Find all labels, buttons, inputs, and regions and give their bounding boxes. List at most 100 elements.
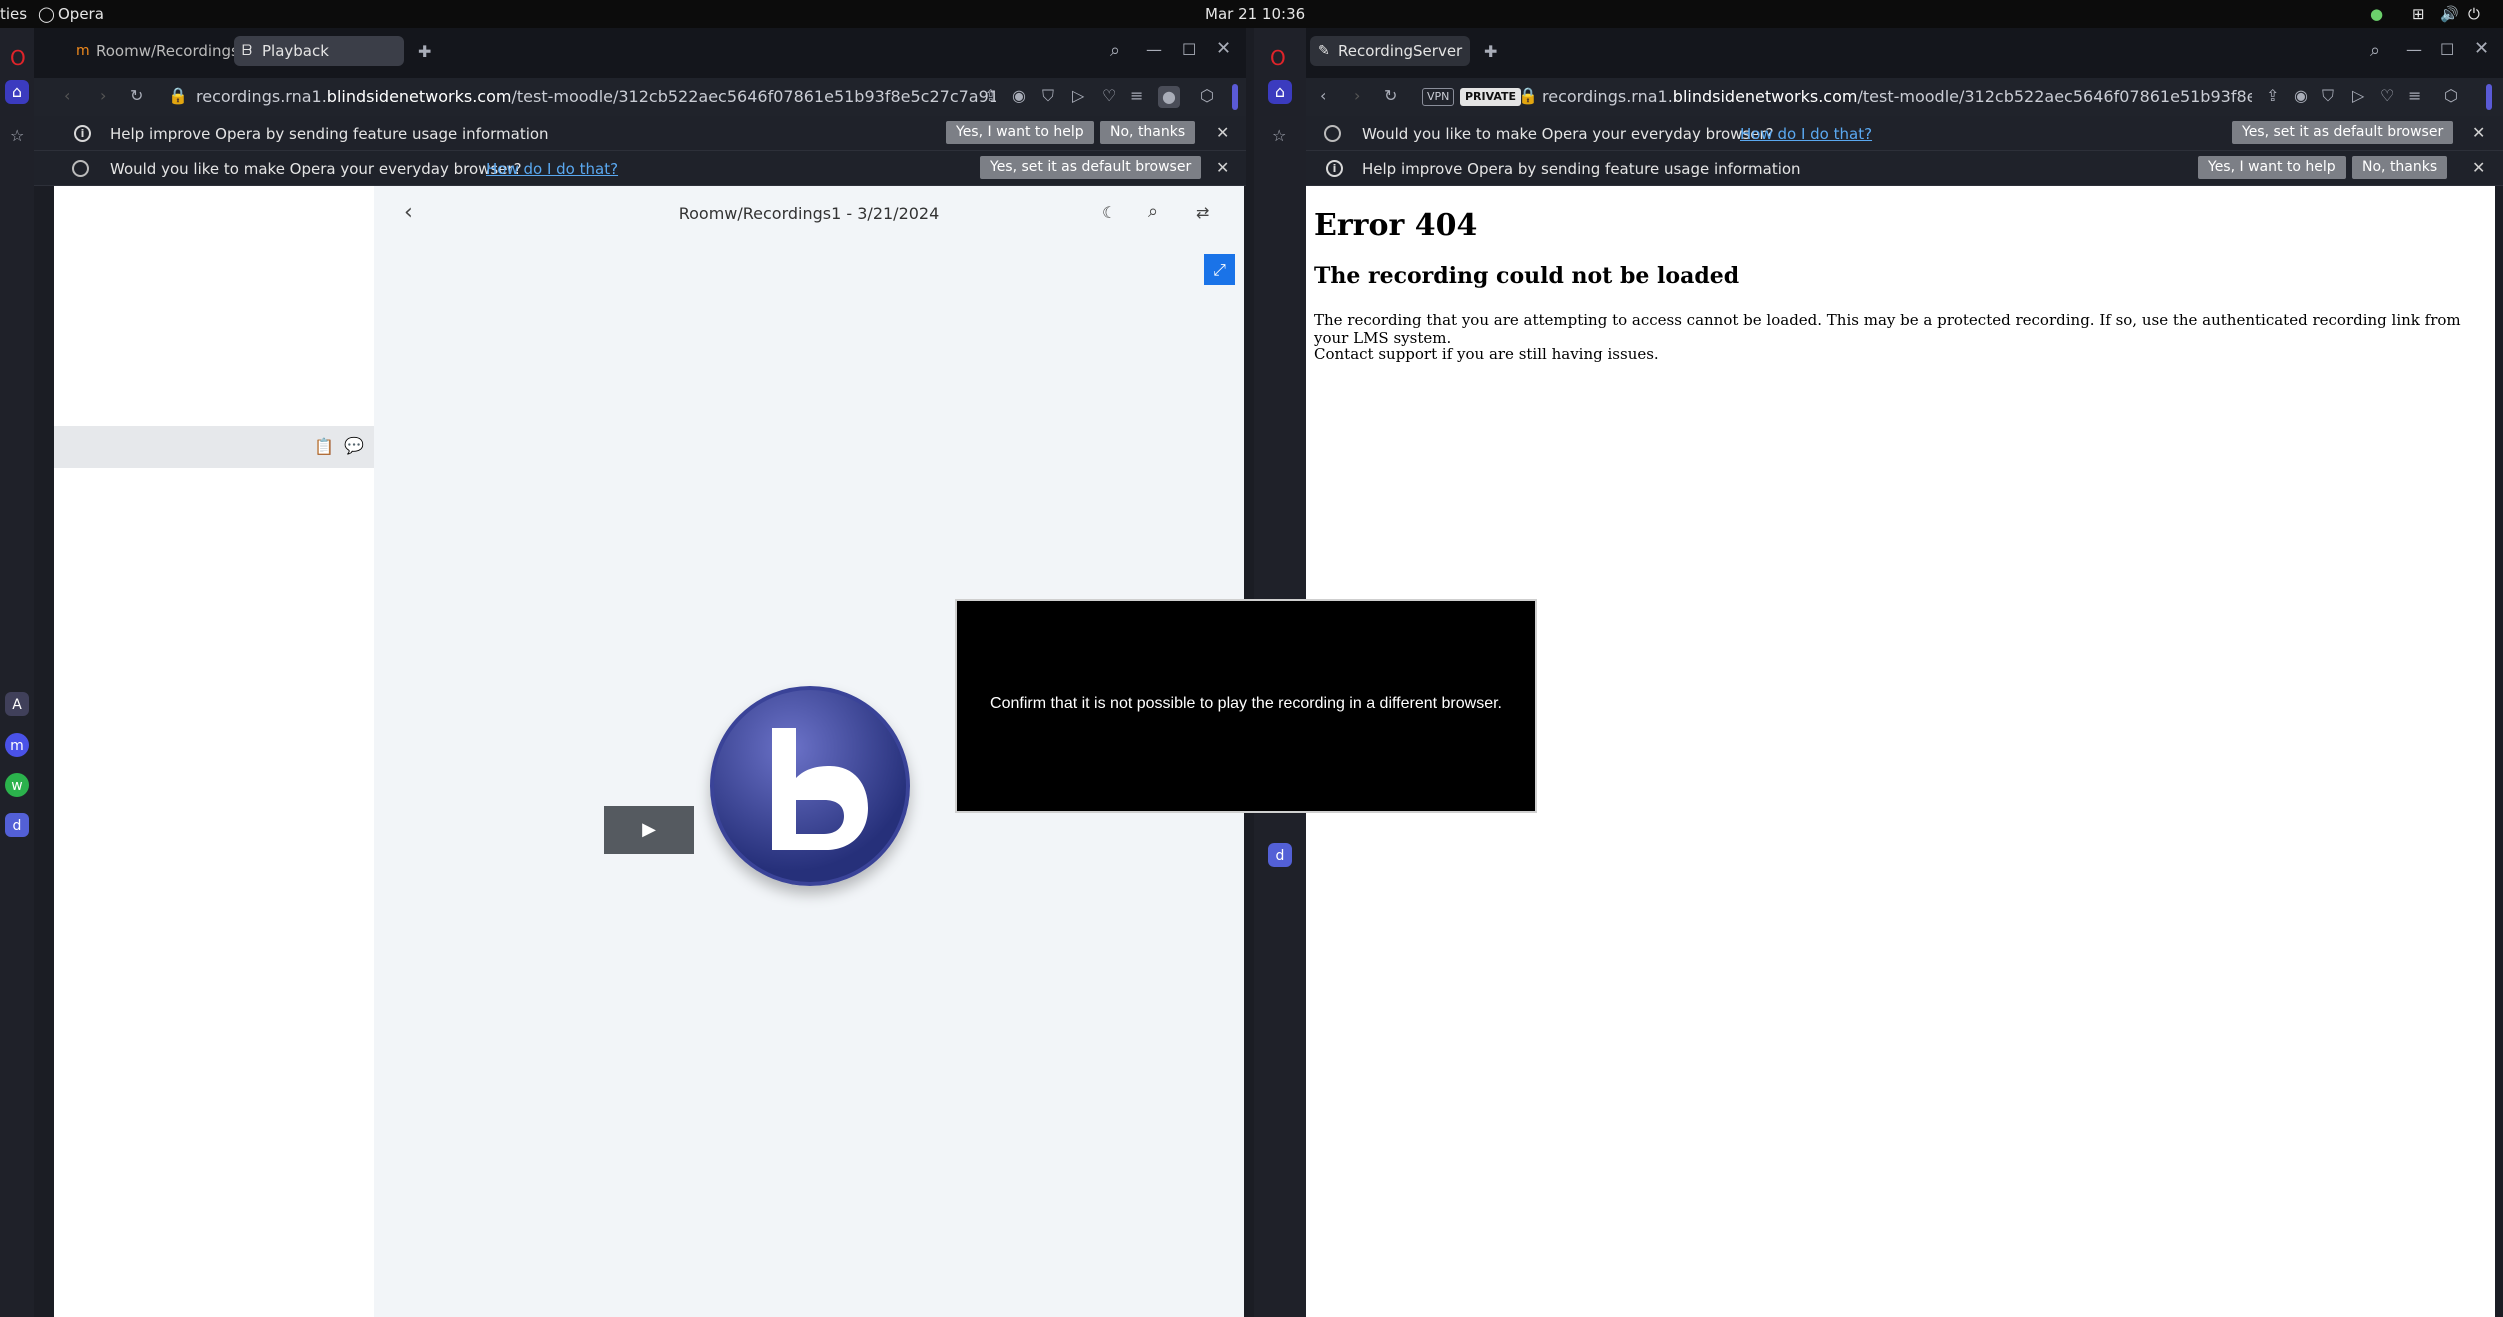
tab-playback[interactable]: ᗷ Playback (234, 36, 404, 66)
error-description: The recording that you are attempting to… (1314, 311, 2461, 347)
error-heading: Error 404 (1314, 208, 1478, 243)
play-icon[interactable]: ▷ (1072, 88, 1084, 104)
clock[interactable]: Mar 21 10:36 (1205, 5, 1305, 23)
play-icon[interactable]: ▷ (2352, 88, 2364, 104)
share-icon[interactable]: ⇪ (984, 88, 997, 104)
dark-mode-icon[interactable]: ☾ (1102, 205, 1116, 221)
forward-icon[interactable]: › (100, 88, 106, 104)
maximize-icon[interactable]: ☐ (1182, 42, 1196, 58)
lock-icon: 🔒 (1518, 86, 1538, 105)
bbb-tab-icon: ᗷ (242, 43, 253, 59)
whatsapp-icon[interactable]: w (5, 773, 29, 797)
left-infobar-default: Would you like to make Opera your everyd… (34, 151, 1246, 186)
right-infobar-default: Would you like to make Opera your everyd… (1306, 116, 2503, 151)
how-do-i-link[interactable]: How do I do that? (486, 160, 618, 178)
bigbluebutton-logo (710, 686, 910, 886)
home-icon[interactable]: ⌂ (1268, 80, 1292, 104)
back-icon[interactable]: ‹ (1320, 88, 1326, 104)
no-thanks-button[interactable]: No, thanks (2352, 156, 2448, 179)
activities-button[interactable]: ties (0, 5, 27, 23)
power-icon[interactable]: ⏻ (2468, 5, 2480, 23)
close-infobar-icon[interactable]: ✕ (2472, 158, 2485, 177)
tab-recordingserver[interactable]: ✎ RecordingServer (1310, 36, 1470, 66)
minimize-icon[interactable]: — (2406, 42, 2422, 58)
discord-icon[interactable]: d (5, 813, 29, 837)
extensions-icon[interactable]: ⬡ (1200, 88, 1214, 104)
right-tabstrip: ✎ RecordingServer ✚ ⌕ — ☐ ✕ (1306, 28, 2503, 78)
camera-icon[interactable]: ◉ (1012, 88, 1026, 104)
new-tab-icon[interactable]: ✚ (1484, 44, 1497, 60)
error-subheading: The recording could not be loaded (1314, 263, 1740, 289)
opera-logo-icon[interactable]: O (10, 48, 26, 68)
panel-toolbar: 📋 💬 (54, 426, 374, 468)
opera-o-icon (72, 160, 89, 177)
profile-icon[interactable]: ● (1158, 86, 1180, 108)
info-icon: i (1326, 160, 1343, 177)
left-address-row: ‹ › ↻ 🔒 recordings.rna1.blindsidenetwork… (34, 78, 1246, 116)
messenger-icon[interactable]: m (5, 733, 29, 757)
system-top-bar: ties ◯ Opera Mar 21 10:36 ● ⊞ 🔊 ⏻ (0, 0, 2503, 28)
clipboard-icon[interactable]: 📋 (314, 439, 334, 455)
search-icon[interactable]: ⌕ (1148, 203, 1158, 221)
close-infobar-icon[interactable]: ✕ (2472, 123, 2485, 142)
extensions-icon[interactable]: ⬡ (2444, 88, 2458, 104)
back-icon[interactable]: ‹ (64, 88, 70, 104)
how-do-i-link[interactable]: How do I do that? (1740, 125, 1872, 143)
close-window-icon[interactable]: ✕ (2474, 40, 2489, 58)
set-default-button[interactable]: Yes, set it as default browser (980, 156, 1202, 179)
info-icon: i (74, 125, 91, 142)
infobar-text: Would you like to make Opera your everyd… (1362, 125, 1774, 143)
new-tab-icon[interactable]: ✚ (418, 44, 431, 60)
lock-icon: 🔒 (168, 86, 188, 105)
accent-bar (2486, 84, 2492, 110)
fullscreen-button[interactable]: ⤢ (1204, 254, 1235, 285)
aria-icon[interactable]: A (5, 692, 29, 716)
bookmarks-icon[interactable]: ☆ (1272, 128, 1286, 144)
share-icon[interactable]: ⇪ (2266, 88, 2279, 104)
swap-icon[interactable]: ⇄ (1196, 205, 1209, 221)
yes-help-button[interactable]: Yes, I want to help (946, 121, 1094, 144)
play-button[interactable]: ▶ (604, 806, 694, 854)
search-tabs-icon[interactable]: ⌕ (1110, 42, 1120, 60)
menu-icon[interactable]: ≡ (1130, 88, 1143, 104)
forward-icon[interactable]: › (1354, 88, 1360, 104)
accent-bar (1232, 84, 1238, 110)
heart-icon[interactable]: ♡ (2380, 88, 2394, 104)
bookmarks-icon[interactable]: ☆ (10, 128, 24, 144)
yes-help-button[interactable]: Yes, I want to help (2198, 156, 2346, 179)
home-icon[interactable]: ⌂ (5, 80, 29, 104)
close-infobar-icon[interactable]: ✕ (1216, 123, 1229, 142)
b-glyph-icon (772, 728, 868, 850)
page-icon: ✎ (1318, 43, 1330, 59)
heart-icon[interactable]: ♡ (1102, 88, 1116, 104)
private-badge: PRIVATE (1460, 88, 1522, 106)
moodle-icon: m (76, 43, 90, 59)
reload-icon[interactable]: ↻ (1384, 88, 1397, 104)
right-url-field[interactable]: recordings.rna1.blindsidenetworks.com/te… (1542, 87, 2252, 106)
close-window-icon[interactable]: ✕ (1216, 40, 1231, 58)
shield-icon[interactable]: ⛉ (1042, 88, 1054, 104)
shield-icon[interactable]: ⛉ (2322, 88, 2334, 104)
opera-o-icon (1324, 125, 1341, 142)
opera-logo-icon[interactable]: O (1270, 48, 1286, 68)
support-text: Contact support if you are still having … (1314, 345, 1659, 363)
discord-icon[interactable]: d (1268, 843, 1292, 867)
no-thanks-button[interactable]: No, thanks (1100, 121, 1196, 144)
reload-icon[interactable]: ↻ (130, 88, 143, 104)
search-tabs-icon[interactable]: ⌕ (2370, 42, 2380, 60)
menu-icon[interactable]: ≡ (2408, 88, 2421, 104)
camera-icon[interactable]: ◉ (2294, 88, 2308, 104)
app-menu[interactable]: Opera (58, 5, 104, 23)
chat-panel (54, 186, 374, 1317)
shield-icon[interactable]: ● (2370, 5, 2383, 23)
volume-icon[interactable]: 🔊 (2440, 5, 2459, 23)
maximize-icon[interactable]: ☐ (2440, 42, 2454, 58)
minimize-icon[interactable]: — (1146, 42, 1162, 58)
chat-icon[interactable]: 💬 (344, 438, 364, 454)
close-infobar-icon[interactable]: ✕ (1216, 158, 1229, 177)
network-icon[interactable]: ⊞ (2412, 5, 2425, 23)
right-infobar-feedback: i Help improve Opera by sending feature … (1306, 151, 2503, 186)
vpn-badge[interactable]: VPN (1422, 88, 1455, 106)
set-default-button[interactable]: Yes, set it as default browser (2232, 121, 2454, 144)
left-url-field[interactable]: recordings.rna1.blindsidenetworks.com/te… (196, 87, 996, 106)
